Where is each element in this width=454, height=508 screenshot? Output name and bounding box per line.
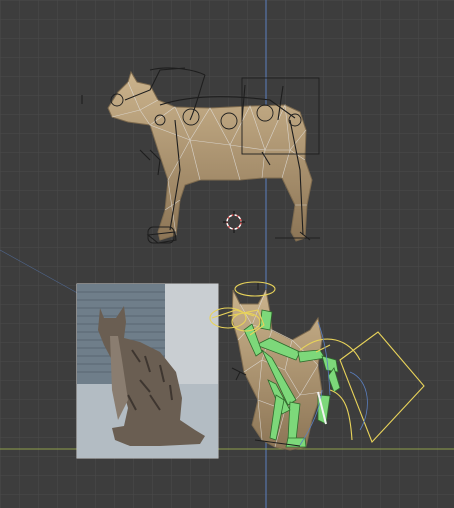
reference-image[interactable] [76, 283, 219, 459]
3d-viewport[interactable] [0, 0, 454, 508]
viewport-canvas[interactable] [0, 0, 454, 508]
grid-floor [0, 0, 454, 508]
